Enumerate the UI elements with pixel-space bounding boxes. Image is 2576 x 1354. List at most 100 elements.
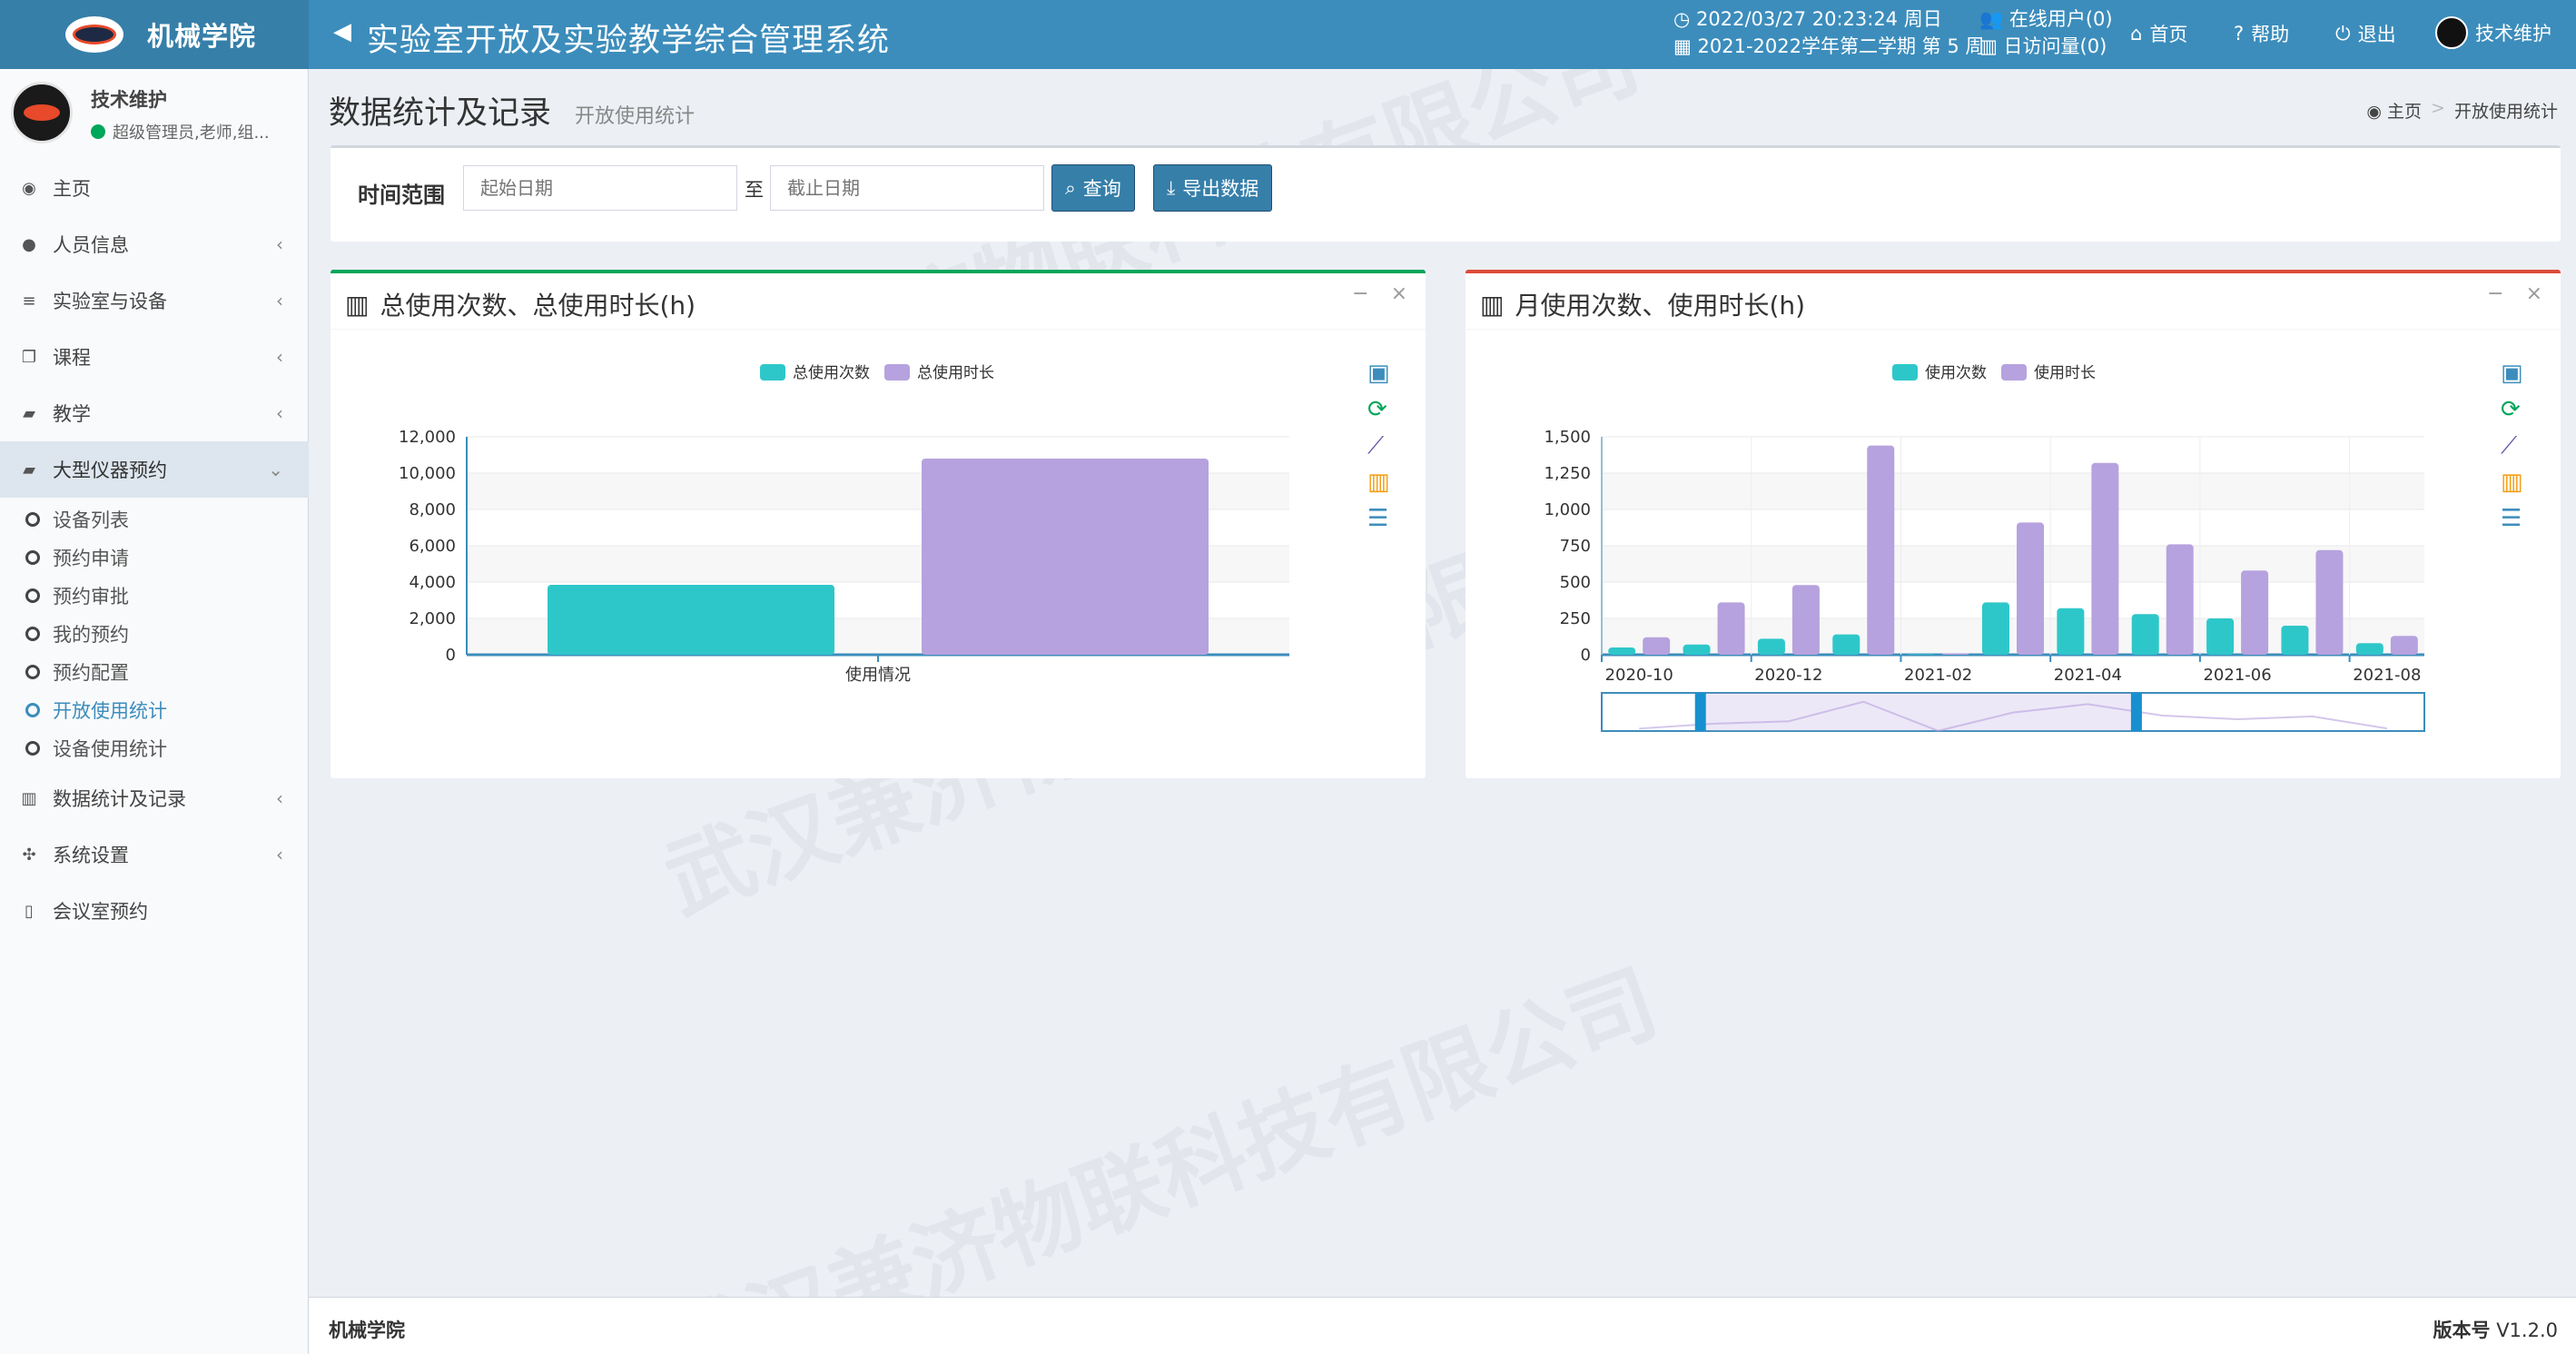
sidebar-subitem[interactable]: 设备使用统计 <box>25 730 167 766</box>
sidebar-item-home[interactable]: ◉ 主页 <box>0 160 309 216</box>
panel-header: ▥ 总使用次数、总使用时长(h) − × <box>331 273 1426 330</box>
y-tick-label: 10,000 <box>399 464 456 483</box>
sidebar-item-labs[interactable]: ≡ 实验室与设备 ‹ <box>0 272 309 329</box>
y-tick-label: 250 <box>1560 609 1591 628</box>
x-tick-label: 2020-12 <box>1754 666 1822 685</box>
bar-chart-icon[interactable]: ▥ <box>1367 469 1390 496</box>
circle-icon <box>25 550 40 565</box>
data-view-icon[interactable]: ☰ <box>1367 505 1388 532</box>
sidebar-item-settings[interactable]: ✣ 系统设置 ‹ <box>0 826 309 883</box>
sidebar-item-instrument-booking[interactable]: ▰ 大型仪器预约 ⌄ <box>0 441 309 498</box>
mobile-icon: ▯ <box>25 901 34 921</box>
restore-icon[interactable]: ⟳ <box>1367 396 1387 423</box>
panel-title: ▥ 总使用次数、总使用时长(h) <box>345 289 696 321</box>
save-image-icon[interactable]: ▣ <box>2501 360 2523 387</box>
end-date-input[interactable] <box>770 165 1044 211</box>
close-icon[interactable]: × <box>1391 282 1407 305</box>
panel-header: ▥ 月使用次数、使用时长(h) − × <box>1466 273 2561 330</box>
online-users: 在线用户(0) <box>2008 8 2113 30</box>
bar-monthly-count <box>1608 647 1636 655</box>
breadcrumb: ◉ 主页 > 开放使用统计 <box>2366 98 2558 123</box>
dashboard-icon: ◉ <box>22 178 36 198</box>
minimize-icon[interactable]: − <box>1352 282 1368 305</box>
bar-monthly-count <box>1907 654 1935 655</box>
chevron-left-icon: ‹ <box>276 844 283 865</box>
bar-total-count <box>548 585 834 655</box>
search-icon: ⌕ <box>1065 176 1076 199</box>
bars-icon: ≡ <box>22 291 36 311</box>
x-tick-label: 2021-06 <box>2203 666 2271 685</box>
sidebar-item-courses[interactable]: ❐ 课程 ‹ <box>0 329 309 385</box>
x-tick-label: 2021-02 <box>1904 666 1972 685</box>
power-icon: ⏻ <box>2335 22 2351 44</box>
panel-tools: − × <box>1352 282 1407 305</box>
chevron-left-icon: ‹ <box>276 346 283 368</box>
circle-icon <box>25 665 40 679</box>
datazoom-handle-start[interactable] <box>1694 693 1706 731</box>
sidebar-subitem[interactable]: 预约审批 <box>25 578 129 614</box>
user-menu[interactable]: 技术维护 <box>2435 16 2551 49</box>
breadcrumb-current: 开放使用统计 <box>2453 102 2558 122</box>
breadcrumb-separator: > <box>2431 98 2445 118</box>
datazoom-handle-end[interactable] <box>2130 693 2142 731</box>
logout-link[interactable]: ⏻ 退出 <box>2335 20 2396 47</box>
sidebar-item-meeting-room[interactable]: ▯ 会议室预约 <box>0 883 309 939</box>
data-view-icon[interactable]: ☰ <box>2501 505 2522 532</box>
line-chart-icon[interactable]: ⟋ <box>2501 432 2518 460</box>
circle-icon <box>25 703 40 717</box>
bar-chart-icon[interactable]: ▥ <box>2501 469 2523 496</box>
sidebar-subitem[interactable]: 预约配置 <box>25 654 129 690</box>
bar-monthly-count <box>2206 618 2235 655</box>
sidebar-item-statistics[interactable]: ▥ 数据统计及记录 ‹ <box>0 770 309 826</box>
legend-label: 使用次数 <box>1925 363 1987 382</box>
minimize-icon[interactable]: − <box>2487 282 2503 305</box>
y-tick-label: 8,000 <box>409 500 456 519</box>
sidebar-subitem[interactable]: 设备列表 <box>25 501 129 538</box>
sidebar-toggle-icon[interactable]: ◀ <box>329 18 356 45</box>
bar-monthly-count <box>2281 626 2309 655</box>
line-chart-icon[interactable]: ⟋ <box>1367 432 1385 460</box>
filter-panel: 时间范围 至 ⌕查询 ⤓导出数据 <box>331 145 2561 242</box>
system-title: 实验室开放及实验教学综合管理系统 <box>367 23 891 59</box>
sidebar-item-teaching[interactable]: ▰ 教学 ‹ <box>0 385 309 441</box>
export-button[interactable]: ⤓ 导出数据 <box>1153 164 1273 212</box>
breadcrumb-home[interactable]: ◉ 主页 <box>2366 98 2422 123</box>
sidebar-subitem[interactable]: 我的预约 <box>25 616 129 652</box>
school-logo-icon <box>65 16 123 53</box>
y-tick-label: 4,000 <box>409 573 456 592</box>
users-icon: 👥 <box>1979 8 2004 30</box>
y-tick-label: 1,500 <box>1544 428 1591 447</box>
y-tick-label: 2,000 <box>409 609 456 628</box>
grid-band <box>1602 473 2424 509</box>
bar-chart-icon: ▥ <box>1480 289 1505 320</box>
save-image-icon[interactable]: ▣ <box>1367 360 1390 387</box>
online-status-icon <box>91 124 105 139</box>
monthly-usage-panel: ▥ 月使用次数、使用时长(h) − × 使用次数 使用时长 ▣ ⟳ ⟋ ▥ ☰ 1,500 1,25… <box>1466 270 2561 778</box>
time-range-label: 时间范围 <box>358 183 445 208</box>
bar-monthly-duration <box>2166 544 2194 655</box>
legend-label: 总使用时长 <box>917 363 994 382</box>
sidebar-user-panel: 技术维护 超级管理员,老师,组... <box>0 69 308 160</box>
bar-monthly-duration <box>2241 570 2269 655</box>
sidebar-subitem[interactable]: 预约申请 <box>25 539 129 576</box>
query-button[interactable]: ⌕ 查询 <box>1051 164 1135 212</box>
start-date-input[interactable] <box>463 165 737 211</box>
book-icon: ▰ <box>23 460 35 479</box>
help-link[interactable]: ? 帮助 <box>2234 20 2289 47</box>
datetime: 2022/03/27 20:23:24 周日 <box>1696 8 1942 30</box>
book-icon: ▰ <box>23 403 35 423</box>
bar-total-duration <box>922 459 1209 655</box>
sidebar-subitem-active[interactable]: 开放使用统计 <box>25 692 167 728</box>
bar-monthly-count <box>1757 638 1785 655</box>
bar-chart-icon: ▥ <box>345 289 370 320</box>
close-icon[interactable]: × <box>2526 282 2542 305</box>
bar-monthly-duration <box>1791 585 1820 655</box>
restore-icon[interactable]: ⟳ <box>2501 396 2521 423</box>
sidebar-item-personnel[interactable]: ● 人员信息 ‹ <box>0 216 309 272</box>
bar-monthly-count <box>1683 644 1711 655</box>
brand[interactable]: 机械学院 <box>0 0 309 69</box>
home-link[interactable]: ⌂ 首页 <box>2130 20 2187 47</box>
arrows-icon: ✣ <box>22 845 36 865</box>
monthly-usage-chart: 使用次数 使用时长 ▣ ⟳ ⟋ ▥ ☰ 1,500 1,250 1,000 750 500 250 0 20… <box>1544 360 2523 732</box>
footer: 机械学院 版本号 V1.2.0 <box>309 1297 2576 1354</box>
